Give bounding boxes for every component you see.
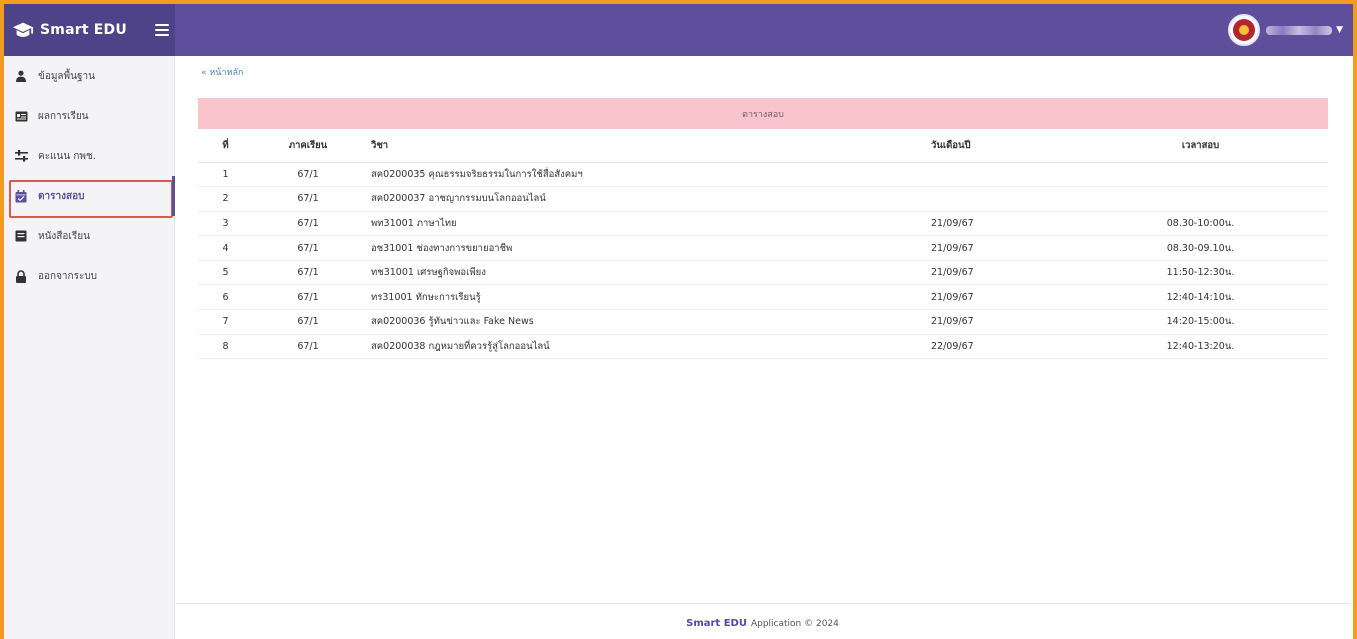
column-header-no: ที่ — [198, 129, 253, 163]
cell-date: 21/09/67 — [923, 235, 1073, 261]
sidebar-item-label: หนังสือเรียน — [38, 230, 90, 242]
cell-term: 67/1 — [253, 211, 363, 237]
cell-no: 7 — [198, 309, 253, 335]
exam-schedule-card-title: ตารางสอบ — [198, 98, 1328, 129]
cell-date: 21/09/67 — [923, 309, 1073, 335]
sidebar: ข้อมูลพื้นฐาน ผลการเรียน คะแนน กพช. ตารา… — [4, 56, 175, 639]
cell-time — [1073, 162, 1328, 188]
id-card-icon — [14, 109, 28, 123]
user-name-blurred — [1266, 25, 1333, 35]
column-header-date: วันเดือนปี — [923, 129, 1073, 163]
calendar-check-icon — [14, 189, 28, 203]
column-header-time: เวลาสอบ — [1073, 129, 1328, 163]
cell-no: 6 — [198, 284, 253, 311]
table-row: 3 67/1 พท31001 ภาษาไทย 21/09/67 08.30-10… — [198, 211, 1328, 237]
table-row: 1 67/1 สค0200035 คุณธรรมจริยธรรมในการใช้… — [198, 162, 1328, 188]
sidebar-item-grades[interactable]: ผลการเรียน — [4, 96, 174, 136]
cell-term: 67/1 — [253, 334, 363, 360]
sidebar-item-textbooks[interactable]: หนังสือเรียน — [4, 216, 174, 256]
table-row: 8 67/1 สค0200038 กฎหมายที่ควรรู้สู่โลกออ… — [198, 334, 1328, 360]
sidebar-item-label: ข้อมูลพื้นฐาน — [38, 70, 95, 82]
cell-time: 08.30-09.10น. — [1073, 235, 1328, 261]
user-menu[interactable]: ▼ — [1228, 14, 1343, 46]
sidebar-item-label: คะแนน กพช. — [38, 150, 96, 162]
breadcrumb-home-link[interactable]: « หน้าหลัก — [201, 65, 243, 79]
cell-date: 21/09/67 — [923, 211, 1073, 237]
school-seal-icon — [1228, 14, 1261, 46]
cell-date — [923, 186, 1073, 212]
cell-term: 67/1 — [253, 284, 363, 311]
sidebar-item-label: ผลการเรียน — [38, 110, 89, 122]
sidebar-item-scores[interactable]: คะแนน กพช. — [4, 136, 174, 176]
cell-no: 4 — [198, 235, 253, 261]
cell-term: 67/1 — [253, 235, 363, 261]
cell-subject: สค0200038 กฎหมายที่ควรรู้สู่โลกออนไลน์ — [363, 334, 923, 360]
footer-brand: Smart EDU — [686, 618, 747, 629]
table-row: 5 67/1 ทช31001 เศรษฐกิจพอเพียง 21/09/67 … — [198, 260, 1328, 286]
cell-time: 12:40-13:20น. — [1073, 334, 1328, 360]
cell-subject: สค0200035 คุณธรรมจริยธรรมในการใช้สื่อสัง… — [363, 162, 923, 188]
cell-time: 12:40-14:10น. — [1073, 284, 1328, 311]
table-row: 6 67/1 ทร31001 ทักษะการเรียนรู้ 21/09/67… — [198, 284, 1328, 311]
cell-date: 21/09/67 — [923, 260, 1073, 286]
cell-date — [923, 162, 1073, 188]
app-frame: Smart EDU ▼ ข้อมูลพื้นฐาน ผลการเรียน คะแ… — [0, 0, 1357, 639]
cell-time — [1073, 186, 1328, 212]
page-footer: Smart EDU Application © 2024 — [176, 603, 1349, 639]
column-header-term: ภาคเรียน — [253, 129, 363, 163]
cell-no: 1 — [198, 162, 253, 188]
cell-time: 11:50-12:30น. — [1073, 260, 1328, 286]
table-header-row: ที่ ภาคเรียน วิชา วันเดือนปี เวลาสอบ — [198, 129, 1328, 163]
user-icon — [14, 69, 28, 83]
sidebar-item-logout[interactable]: ออกจากระบบ — [4, 256, 174, 296]
cell-subject: สค0200036 รู้ทันข่าวและ Fake News — [363, 309, 923, 335]
main-content: « หน้าหลัก ตารางสอบ ที่ ภาคเรียน วิชา วั… — [176, 56, 1349, 639]
cell-term: 67/1 — [253, 309, 363, 335]
cell-term: 67/1 — [253, 162, 363, 188]
sliders-icon — [14, 149, 28, 163]
cell-date: 21/09/67 — [923, 284, 1073, 311]
cell-time: 08.30-10:00น. — [1073, 211, 1328, 237]
column-header-subject: วิชา — [363, 129, 923, 163]
cell-subject: สค0200037 อาชญากรรมบนโลกออนไลน์ — [363, 186, 923, 212]
cell-no: 8 — [198, 334, 253, 360]
sidebar-item-label: ตารางสอบ — [38, 190, 85, 202]
cell-term: 67/1 — [253, 186, 363, 212]
cell-subject: ทร31001 ทักษะการเรียนรู้ — [363, 284, 923, 311]
caret-down-icon: ▼ — [1336, 25, 1343, 35]
sidebar-item-label: ออกจากระบบ — [38, 270, 98, 282]
menu-toggle-icon[interactable] — [154, 24, 169, 36]
cell-subject: พท31001 ภาษาไทย — [363, 211, 923, 237]
cell-time: 14:20-15:00น. — [1073, 309, 1328, 335]
brand-name: Smart EDU — [40, 22, 127, 38]
cell-subject: อช31001 ช่องทางการขยายอาชีพ — [363, 235, 923, 261]
table-row: 2 67/1 สค0200037 อาชญากรรมบนโลกออนไลน์ — [198, 186, 1328, 212]
sidebar-item-profile[interactable]: ข้อมูลพื้นฐาน — [4, 56, 174, 96]
table-row: 7 67/1 สค0200036 รู้ทันข่าวและ Fake News… — [198, 309, 1328, 335]
graduation-cap-icon — [12, 22, 34, 37]
brand[interactable]: Smart EDU — [4, 4, 175, 56]
sidebar-item-exam-schedule[interactable]: ตารางสอบ — [4, 176, 175, 218]
footer-text: Application © 2024 — [750, 618, 839, 629]
cell-subject: ทช31001 เศรษฐกิจพอเพียง — [363, 260, 923, 286]
cell-term: 67/1 — [253, 260, 363, 286]
cell-no: 2 — [198, 186, 253, 212]
top-navbar: Smart EDU ▼ — [4, 4, 1353, 56]
lock-icon — [14, 269, 28, 283]
cell-no: 5 — [198, 260, 253, 286]
book-icon — [14, 229, 28, 243]
cell-date: 22/09/67 — [923, 334, 1073, 360]
cell-no: 3 — [198, 211, 253, 237]
table-row: 4 67/1 อช31001 ช่องทางการขยายอาชีพ 21/09… — [198, 235, 1328, 261]
exam-schedule-table: ที่ ภาคเรียน วิชา วันเดือนปี เวลาสอบ 1 6… — [198, 129, 1328, 360]
